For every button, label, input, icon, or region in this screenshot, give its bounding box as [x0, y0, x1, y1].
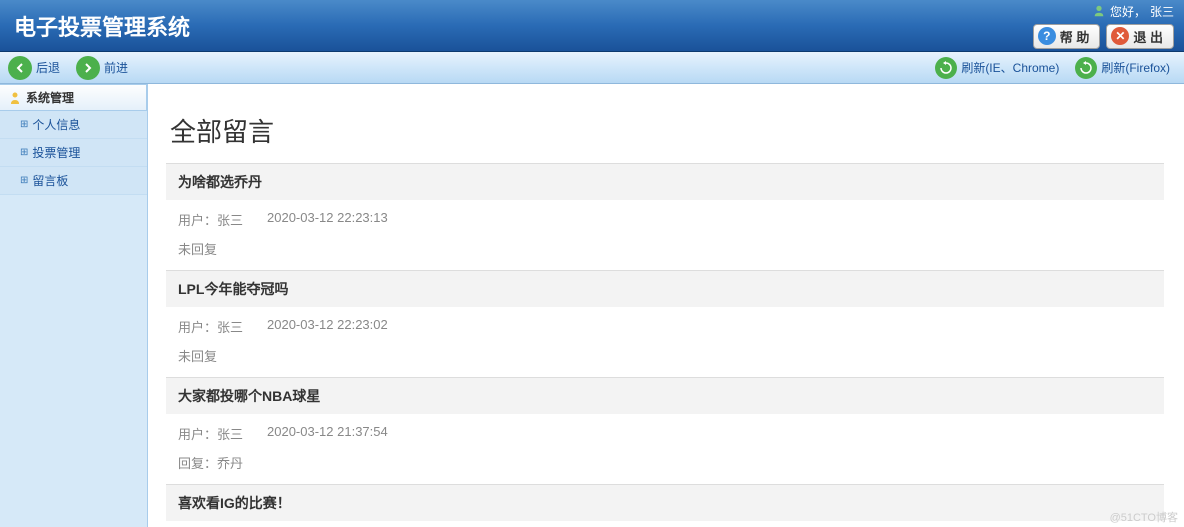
refresh-ff-label: 刷新(Firefox) — [1101, 59, 1170, 76]
message-meta: 用户：张三 2020-03-12 22:23:02 — [166, 307, 1164, 346]
message-title[interactable]: 为啥都选乔丹 — [166, 164, 1164, 200]
message-block: LPL今年能夺冠吗用户：张三 2020-03-12 22:23:02 未回复 — [166, 270, 1164, 377]
sidebar-item-label: 投票管理 — [32, 144, 80, 161]
message-block: 大家都投哪个NBA球星用户：张三 2020-03-12 21:37:54 回复：乔丹 — [166, 377, 1164, 484]
sidebar: 系统管理 ⊞ 个人信息 ⊞ 投票管理 ⊞ 留言板 — [0, 84, 148, 527]
app-title: 电子投票管理系统 — [10, 10, 190, 42]
exit-button[interactable]: ✕ 退 出 — [1106, 24, 1174, 49]
expand-icon: ⊞ — [20, 147, 28, 158]
message-title[interactable]: 大家都投哪个NBA球星 — [166, 378, 1164, 414]
help-icon: ? — [1038, 27, 1056, 45]
content-area: 全部留言 为啥都选乔丹用户：张三2020-03-12 22:23:13未回复LP… — [148, 84, 1184, 527]
sidebar-header-label: 系统管理 — [26, 89, 74, 106]
header-right: 您好， 张三 ? 帮 助 ✕ 退 出 — [1033, 3, 1174, 49]
message-reply: 回复：乔丹 — [166, 453, 1164, 484]
forward-arrow-icon — [82, 62, 94, 74]
refresh-icon — [935, 57, 957, 79]
message-title[interactable]: 喜欢看IG的比赛！ — [166, 485, 1164, 521]
user-greeting: 您好， 张三 — [1092, 3, 1174, 20]
page-title: 全部留言 — [166, 104, 1164, 163]
sidebar-header[interactable]: 系统管理 — [0, 84, 147, 111]
message-reply: 未回复 — [166, 239, 1164, 270]
back-arrow-icon — [14, 62, 26, 74]
message-user: 用户：张三 — [178, 317, 243, 336]
help-label: 帮 助 — [1060, 27, 1090, 46]
sidebar-item-vote[interactable]: ⊞ 投票管理 — [0, 139, 147, 167]
help-button[interactable]: ? 帮 助 — [1033, 24, 1101, 49]
greeting-username: 张三 — [1150, 3, 1174, 20]
message-meta: 用户：王五2020-03-12 21:35:35 — [166, 521, 1164, 527]
message-title[interactable]: LPL今年能夺冠吗 — [166, 271, 1164, 307]
system-icon — [8, 91, 22, 105]
expand-icon: ⊞ — [20, 119, 28, 130]
message-reply: 未回复 — [166, 346, 1164, 377]
refresh-ie-label: 刷新(IE、Chrome) — [961, 59, 1059, 76]
forward-button[interactable] — [76, 56, 100, 80]
messages-list: 为啥都选乔丹用户：张三2020-03-12 22:23:13未回复LPL今年能夺… — [166, 163, 1164, 527]
message-meta: 用户：张三 2020-03-12 22:23:13 — [166, 200, 1164, 239]
header-buttons: ? 帮 助 ✕ 退 出 — [1033, 24, 1174, 49]
sidebar-item-label: 个人信息 — [32, 116, 80, 133]
refresh-icon — [1075, 57, 1097, 79]
watermark: @51CTO博客 — [1110, 509, 1178, 525]
expand-icon: ⊞ — [20, 175, 28, 186]
back-label: 后退 — [36, 59, 60, 76]
app-header: 电子投票管理系统 您好， 张三 ? 帮 助 ✕ 退 出 — [0, 0, 1184, 52]
exit-label: 退 出 — [1133, 27, 1163, 46]
greeting-prefix: 您好， — [1110, 3, 1146, 20]
message-time: 2020-03-12 21:37:54 — [267, 424, 388, 443]
forward-label: 前进 — [104, 59, 128, 76]
message-time: 2020-03-12 22:23:13 — [267, 210, 388, 229]
sidebar-item-board[interactable]: ⊞ 留言板 — [0, 167, 147, 195]
message-time: 2020-03-12 22:23:02 — [267, 317, 388, 336]
message-user: 用户：张三 — [178, 210, 243, 229]
refresh-ie-button[interactable]: 刷新(IE、Chrome) — [929, 55, 1065, 81]
sidebar-item-label: 留言板 — [32, 172, 68, 189]
message-meta: 用户：张三 2020-03-12 21:37:54 — [166, 414, 1164, 453]
sidebar-item-personal[interactable]: ⊞ 个人信息 — [0, 111, 147, 139]
user-icon — [1092, 4, 1106, 18]
message-block: 为啥都选乔丹用户：张三 2020-03-12 22:23:13 未回复 — [166, 163, 1164, 270]
message-user: 用户：张三 — [178, 424, 243, 443]
toolbar: 后退 前进 刷新(IE、Chrome) 刷新(Firefox) — [0, 52, 1184, 84]
main-area: 系统管理 ⊞ 个人信息 ⊞ 投票管理 ⊞ 留言板 全部留言 为啥都选乔丹用户：张… — [0, 84, 1184, 527]
back-button[interactable] — [8, 56, 32, 80]
toolbar-right: 刷新(IE、Chrome) 刷新(Firefox) — [929, 55, 1176, 81]
toolbar-left: 后退 前进 — [8, 56, 140, 80]
exit-icon: ✕ — [1111, 27, 1129, 45]
refresh-ff-button[interactable]: 刷新(Firefox) — [1069, 55, 1176, 81]
message-block: 喜欢看IG的比赛！用户：王五2020-03-12 21:35:35未回复 — [166, 484, 1164, 527]
